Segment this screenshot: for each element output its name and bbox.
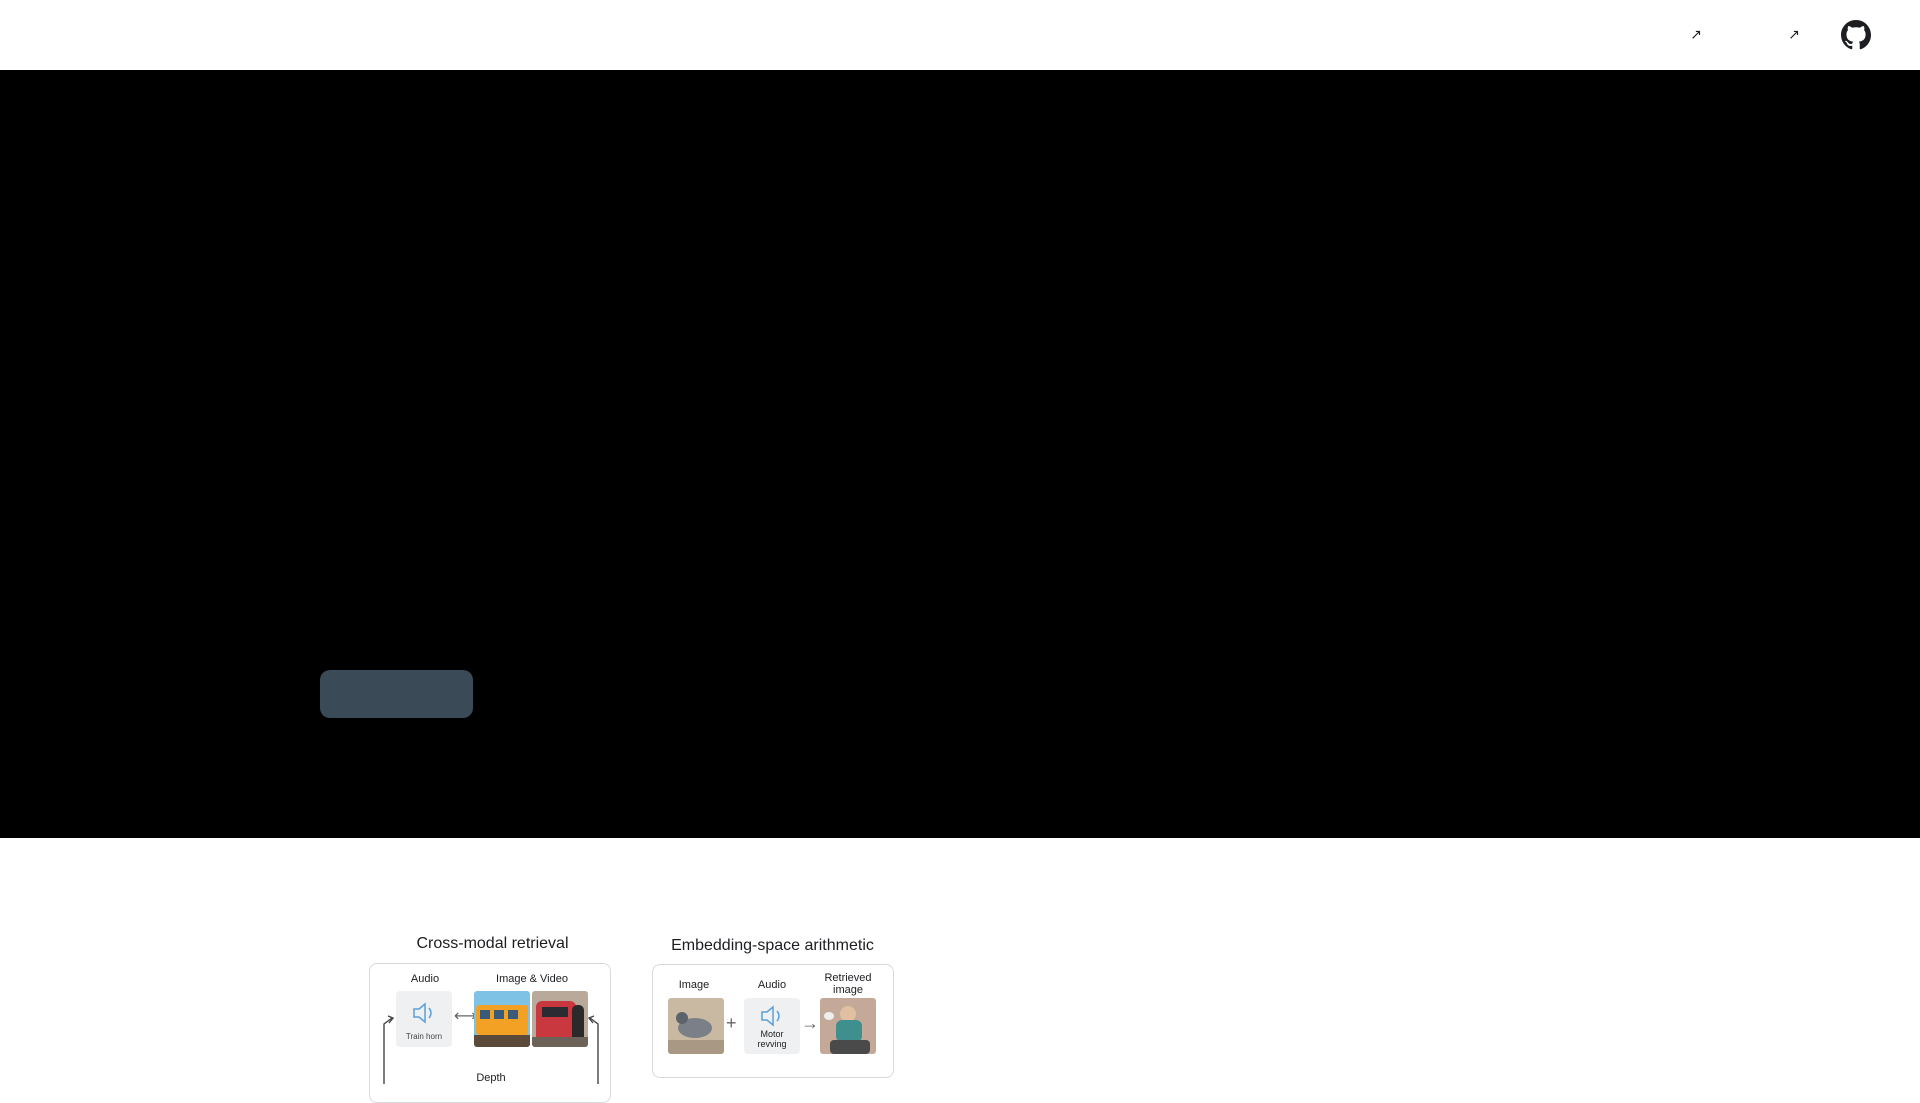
- cross-modal-card: Audio Image & Video Train horn ⟷ Depth: [369, 963, 611, 1103]
- audio-caption: Motor revving: [744, 1029, 800, 1049]
- audio-label: Audio: [410, 973, 440, 985]
- audio-caption-line1: Motor: [760, 1029, 784, 1039]
- audio-tile: Train horn: [396, 991, 452, 1047]
- audio-label: Audio: [757, 979, 787, 991]
- external-link-icon[interactable]: ↗: [1684, 22, 1708, 46]
- cross-modal-title: Cross-modal retrieval: [416, 935, 569, 952]
- audio-caption: Train horn: [405, 1032, 443, 1041]
- result-arrow: →: [801, 1013, 819, 1033]
- retrieved-label-line1: Retrieved: [824, 972, 872, 984]
- image-video-label: Image & Video: [496, 973, 568, 985]
- arithmetic-card: Image Audio Retrieved image + Motor revv…: [652, 964, 894, 1078]
- connector-left: [383, 1015, 395, 1084]
- plus-sign: +: [726, 1013, 737, 1033]
- hero-video[interactable]: [0, 70, 1920, 838]
- retrieved-image: [820, 998, 876, 1054]
- github-icon[interactable]: [1841, 20, 1871, 50]
- retrieved-image-label: Retrieved image: [813, 972, 883, 996]
- pigeon-image: [668, 998, 724, 1054]
- audio-caption-line2: revving: [757, 1039, 787, 1049]
- audio-tile: Motor revving: [744, 998, 800, 1054]
- retrieved-label-line2: image: [833, 984, 863, 996]
- train-image: [474, 991, 530, 1047]
- speaker-icon: [761, 1005, 780, 1027]
- image-label: Image: [678, 979, 710, 991]
- external-link-icon[interactable]: ↗: [1782, 22, 1806, 46]
- depth-label: Depth: [476, 1072, 506, 1084]
- arithmetic-title: Embedding-space arithmetic: [671, 937, 874, 954]
- top-navigation: ↗ ↗: [0, 0, 1920, 70]
- hero-button[interactable]: [320, 670, 473, 718]
- train-video-frame: [532, 991, 588, 1047]
- speaker-icon: [413, 1002, 432, 1024]
